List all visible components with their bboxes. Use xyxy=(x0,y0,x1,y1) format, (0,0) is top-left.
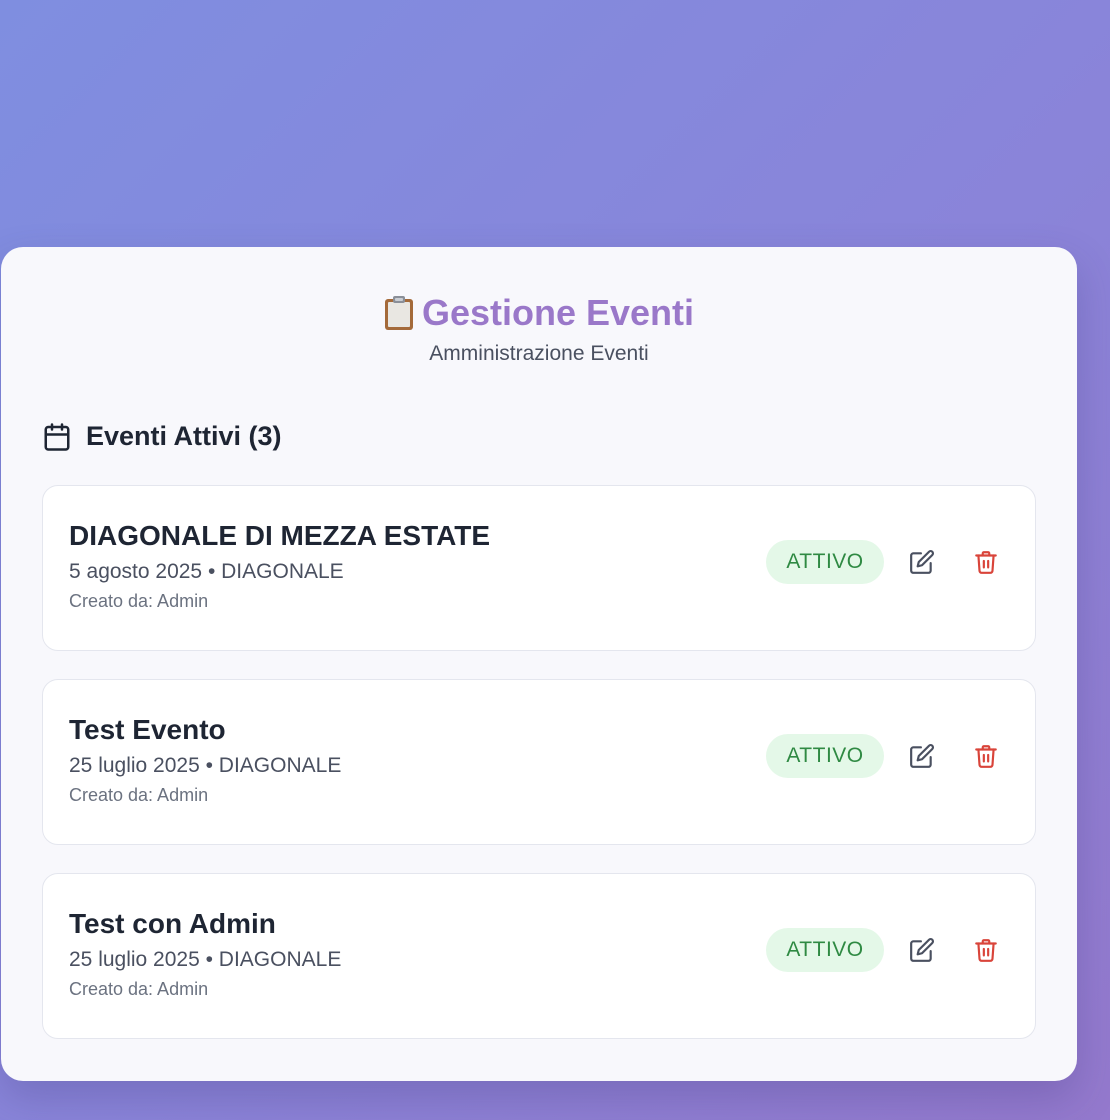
delete-button[interactable] xyxy=(970,740,1002,772)
event-creator: Creato da: Admin xyxy=(69,979,209,999)
event-name: DIAGONALE DI MEZZA ESTATE xyxy=(69,520,491,551)
edit-icon xyxy=(910,550,934,574)
edit-icon xyxy=(910,938,934,962)
trash-icon xyxy=(975,745,997,768)
edit-icon xyxy=(910,744,934,768)
edit-button[interactable] xyxy=(906,934,938,966)
status-badge: ATTIVO xyxy=(766,734,884,778)
page-subtitle: Amministrazione Eventi xyxy=(429,342,649,365)
event-meta: 25 luglio 2025 • DIAGONALE xyxy=(69,754,342,777)
page-title: Gestione Eventi xyxy=(421,292,695,333)
event-creator: Creato da: Admin xyxy=(69,591,209,611)
edit-button[interactable] xyxy=(906,546,938,578)
clipboard-icon xyxy=(384,296,413,330)
status-badge: ATTIVO xyxy=(766,928,884,972)
calendar-icon xyxy=(44,422,70,451)
section-title: Eventi Attivi (3) xyxy=(86,421,282,451)
event-name: Test con Admin xyxy=(69,908,276,939)
event-meta: 5 agosto 2025 • DIAGONALE xyxy=(69,560,344,583)
event-list: DIAGONALE DI MEZZA ESTATE 5 agosto 2025 … xyxy=(42,485,1036,1067)
event-creator: Creato da: Admin xyxy=(69,785,209,805)
trash-icon xyxy=(975,551,997,574)
delete-button[interactable] xyxy=(970,934,1002,966)
event-card[interactable]: Test con Admin 25 luglio 2025 • DIAGONAL… xyxy=(42,873,1036,1039)
event-card[interactable]: Test Evento 25 luglio 2025 • DIAGONALE C… xyxy=(42,679,1036,845)
status-badge: ATTIVO xyxy=(766,540,884,584)
trash-icon xyxy=(975,939,997,962)
events-admin-card: Gestione Eventi Amministrazione Eventi E… xyxy=(1,247,1077,1081)
page-header: Gestione Eventi Amministrazione Eventi xyxy=(1,291,1077,366)
section-header: Eventi Attivi (3) xyxy=(42,421,282,452)
event-meta: 25 luglio 2025 • DIAGONALE xyxy=(69,948,342,971)
page-title-row: Gestione Eventi xyxy=(384,291,694,335)
event-card[interactable]: DIAGONALE DI MEZZA ESTATE 5 agosto 2025 … xyxy=(42,485,1036,651)
event-name: Test Evento xyxy=(69,714,226,745)
edit-button[interactable] xyxy=(906,740,938,772)
delete-button[interactable] xyxy=(970,546,1002,578)
